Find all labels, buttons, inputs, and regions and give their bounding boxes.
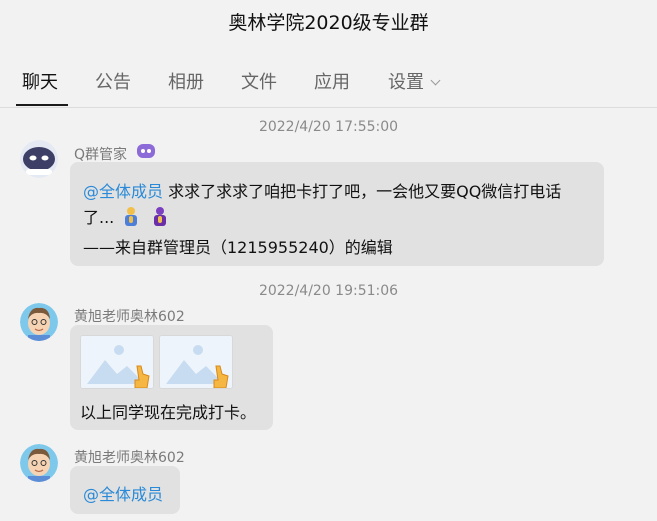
message-bubble: 以上同学现在完成打卡。: [70, 325, 273, 430]
teacher-avatar-icon: [20, 444, 58, 482]
title-bar: 奥林学院2020级专业群: [0, 0, 657, 44]
sender-name[interactable]: Q群管家: [74, 144, 127, 164]
tab-bar: 聊天 公告 相册 文件 应用 设置: [0, 48, 657, 108]
mention-text: @全体成员: [83, 485, 164, 504]
group-title: 奥林学院2020级专业群: [228, 12, 429, 34]
mention-all[interactable]: @全体成员: [83, 481, 163, 505]
message-text: 求求了求求了咱把卡打了吧，一会他又要QQ微信打电话: [168, 182, 562, 201]
message-bubble: @全体成员: [70, 466, 180, 514]
tab-settings[interactable]: 设置: [388, 68, 441, 94]
sender-name[interactable]: 黄旭老师奥林602: [74, 306, 185, 326]
avatar[interactable]: [20, 140, 58, 178]
tab-album[interactable]: 相册: [168, 68, 204, 94]
message-text: 以上同学现在完成打卡。: [80, 403, 257, 422]
message-line: @全体成员 求求了求求了咱把卡打了吧，一会他又要QQ微信打电话: [83, 178, 561, 202]
avatar[interactable]: [20, 444, 58, 482]
tab-apps[interactable]: 应用: [314, 68, 350, 94]
message-timestamp: 2022/4/20 17:55:00: [258, 119, 399, 135]
image-thumbnail[interactable]: [159, 335, 233, 389]
tab-announcement[interactable]: 公告: [95, 68, 131, 94]
mention-all[interactable]: @全体成员: [83, 182, 163, 201]
message-line: 了...: [83, 204, 172, 229]
sender-name[interactable]: 黄旭老师奥林602: [74, 447, 185, 467]
chevron-down-icon: [430, 75, 441, 86]
active-tab-indicator: [16, 104, 68, 106]
image-placeholder-icon: [81, 336, 153, 388]
tab-chat[interactable]: 聊天: [22, 68, 58, 94]
tab-settings-label: 设置: [388, 72, 424, 93]
tab-files[interactable]: 文件: [241, 68, 277, 94]
message-timestamp: 2022/4/20 19:51:06: [258, 283, 399, 299]
praying-person-emoji: [119, 205, 143, 229]
image-thumbnail[interactable]: [80, 335, 154, 389]
bot-badge-icon: [136, 142, 156, 164]
message-text: 了...: [83, 208, 115, 227]
message-text: ——来自群管理员（1215955240）的编辑: [83, 238, 393, 257]
praying-person-purple-emoji: [148, 205, 172, 229]
message-bubble: @全体成员 求求了求求了咱把卡打了吧，一会他又要QQ微信打电话 了... ——来…: [70, 162, 604, 266]
image-placeholder-icon: [160, 336, 232, 388]
teacher-avatar-icon: [20, 303, 58, 341]
robot-avatar-icon: [20, 140, 58, 178]
avatar[interactable]: [20, 303, 58, 341]
